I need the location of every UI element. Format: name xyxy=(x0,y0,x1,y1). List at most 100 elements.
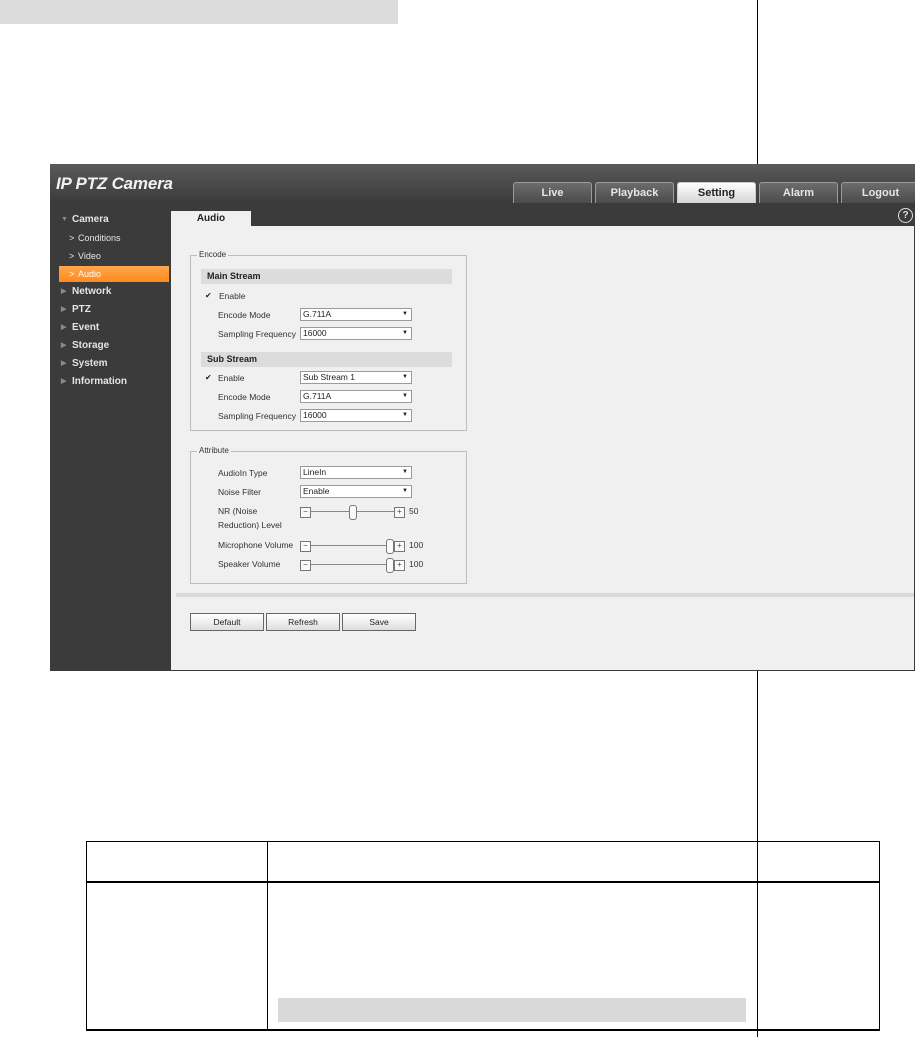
sidebar-item-label: Audio xyxy=(78,269,102,279)
encode-fieldset: Encode Main Stream ✔ Enable Encode Mode … xyxy=(190,250,467,431)
microphone-volume-value: 100 xyxy=(409,540,424,550)
audioin-type-select[interactable]: LineIn ▼ xyxy=(300,466,412,479)
slider-track xyxy=(311,545,395,546)
main-stream-header: Main Stream xyxy=(201,269,452,284)
table-border xyxy=(86,1029,880,1031)
main-sampling-select[interactable]: 16000 ▼ xyxy=(300,327,412,340)
camera-window: IP PTZ Camera Live Playback Setting Alar… xyxy=(50,164,915,671)
nav-tab-live[interactable]: Live xyxy=(513,182,592,203)
sidebar-group-label: PTZ xyxy=(72,304,91,315)
plus-icon[interactable]: + xyxy=(394,507,405,518)
dropdown-arrow-icon: ▼ xyxy=(402,330,408,336)
nr-level-label-line1: NR (Noise xyxy=(218,506,258,516)
microphone-volume-slider[interactable]: − + 100 xyxy=(300,539,450,554)
tab-audio[interactable]: Audio xyxy=(171,211,251,233)
main-stream-enable-label: Enable xyxy=(219,291,246,301)
sidebar-group-camera[interactable]: ▼ Camera xyxy=(50,211,170,229)
sub-stream-select[interactable]: Sub Stream 1 ▼ xyxy=(300,371,412,384)
plus-icon[interactable]: + xyxy=(394,541,405,552)
sidebar-item-audio[interactable]: > Audio xyxy=(59,266,169,282)
table-border xyxy=(86,881,880,883)
save-button[interactable]: Save xyxy=(342,613,416,631)
select-value: LineIn xyxy=(303,467,327,477)
sidebar-group-label: Camera xyxy=(72,214,109,225)
slider-thumb[interactable] xyxy=(386,539,394,554)
minus-icon[interactable]: − xyxy=(300,507,311,518)
speaker-volume-slider[interactable]: − + 100 xyxy=(300,558,450,573)
nav-tab-setting[interactable]: Setting xyxy=(677,182,756,203)
sidebar-item-conditions[interactable]: > Conditions xyxy=(59,230,169,246)
sub-sampling-select[interactable]: 16000 ▼ xyxy=(300,409,412,422)
sidebar-group-event[interactable]: ▶ Event xyxy=(50,319,170,337)
table-border xyxy=(267,841,268,1031)
sub-encode-mode-select[interactable]: G.711A ▼ xyxy=(300,390,412,403)
sub-sampling-label: Sampling Frequency xyxy=(218,411,296,421)
dropdown-arrow-icon: ▼ xyxy=(402,393,408,399)
audioin-type-label: AudioIn Type xyxy=(218,468,268,478)
sidebar-group-ptz[interactable]: ▶ PTZ xyxy=(50,301,170,319)
select-value: G.711A xyxy=(303,391,332,401)
attribute-legend: Attribute xyxy=(197,446,231,455)
sidebar-group-label: Event xyxy=(72,322,100,333)
speaker-volume-label: Speaker Volume xyxy=(218,559,281,569)
sidebar: ▼ Camera > Conditions > Video > Audio ▶ … xyxy=(50,204,170,671)
sub-stream-enable-checkbox[interactable]: ✔ xyxy=(205,374,213,382)
sub-stream-header: Sub Stream xyxy=(201,352,452,367)
sub-tab-bar xyxy=(171,204,914,226)
content-panel: Audio ? Encode Main Stream ✔ Enable Enco… xyxy=(171,204,914,670)
table-border xyxy=(879,841,880,1031)
triangle-right-icon: ▶ xyxy=(61,378,67,385)
default-button[interactable]: Default xyxy=(190,613,264,631)
nr-level-value: 50 xyxy=(409,506,419,516)
encode-legend: Encode xyxy=(197,250,229,259)
nav-tab-logout[interactable]: Logout xyxy=(841,182,915,203)
table-border xyxy=(86,841,880,842)
slider-thumb[interactable] xyxy=(386,558,394,573)
noise-filter-label: Noise Filter xyxy=(218,487,261,497)
slider-thumb[interactable] xyxy=(349,505,357,520)
app-header: IP PTZ Camera Live Playback Setting Alar… xyxy=(50,164,915,204)
help-icon[interactable]: ? xyxy=(898,208,913,223)
triangle-right-icon: ▶ xyxy=(61,360,67,367)
dropdown-arrow-icon: ▼ xyxy=(402,488,408,494)
slider-track xyxy=(311,564,395,565)
noise-filter-select[interactable]: Enable ▼ xyxy=(300,485,412,498)
top-gray-bar xyxy=(0,0,398,24)
dropdown-arrow-icon: ▼ xyxy=(402,374,408,380)
sidebar-item-video[interactable]: > Video xyxy=(59,248,169,264)
app-title: IP PTZ Camera xyxy=(56,174,173,193)
table-gray-bar xyxy=(278,998,746,1022)
sidebar-group-label: System xyxy=(72,358,108,369)
select-value: 16000 xyxy=(303,328,327,338)
main-stream-enable-checkbox[interactable]: ✔ xyxy=(205,292,213,300)
sidebar-group-storage[interactable]: ▶ Storage xyxy=(50,337,170,355)
speaker-volume-value: 100 xyxy=(409,559,424,569)
attribute-fieldset: Attribute AudioIn Type LineIn ▼ Noise Fi… xyxy=(190,446,467,584)
main-nav: Live Playback Setting Alarm Logout xyxy=(513,182,915,203)
chevron-right-icon: > xyxy=(69,233,75,243)
refresh-button[interactable]: Refresh xyxy=(266,613,340,631)
dropdown-arrow-icon: ▼ xyxy=(402,412,408,418)
minus-icon[interactable]: − xyxy=(300,541,311,552)
chevron-right-icon: > xyxy=(69,251,75,261)
minus-icon[interactable]: − xyxy=(300,560,311,571)
main-encode-mode-select[interactable]: G.711A ▼ xyxy=(300,308,412,321)
nr-level-slider[interactable]: − + 50 xyxy=(300,505,450,520)
sidebar-group-information[interactable]: ▶ Information xyxy=(50,373,170,391)
nav-tab-alarm[interactable]: Alarm xyxy=(759,182,838,203)
triangle-right-icon: ▶ xyxy=(61,324,67,331)
triangle-right-icon: ▶ xyxy=(61,306,67,313)
section-divider xyxy=(176,593,914,597)
nav-tab-playback[interactable]: Playback xyxy=(595,182,674,203)
main-encode-mode-label: Encode Mode xyxy=(218,310,271,320)
nr-level-label-line2: Reduction) Level xyxy=(218,520,282,530)
sub-stream-enable-label: Enable xyxy=(218,373,245,383)
sidebar-group-label: Network xyxy=(72,286,112,297)
sidebar-group-system[interactable]: ▶ System xyxy=(50,355,170,373)
dropdown-arrow-icon: ▼ xyxy=(402,311,408,317)
triangle-down-icon: ▼ xyxy=(61,216,68,223)
select-value: 16000 xyxy=(303,410,327,420)
select-value: Sub Stream 1 xyxy=(303,372,355,382)
plus-icon[interactable]: + xyxy=(394,560,405,571)
sidebar-group-network[interactable]: ▶ Network xyxy=(50,283,170,301)
